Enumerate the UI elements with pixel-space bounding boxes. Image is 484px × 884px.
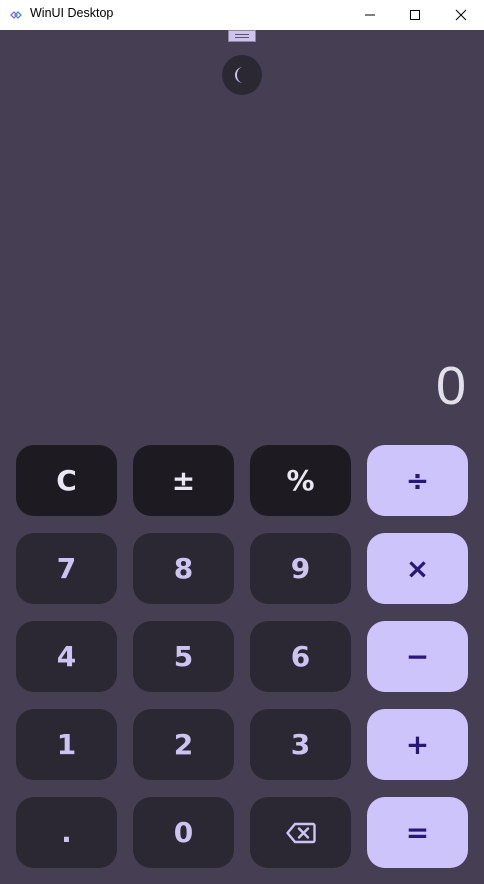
equals-button[interactable]: = [367,797,468,868]
digit-1-button[interactable]: 1 [16,709,117,780]
digit-7-button[interactable]: 7 [16,533,117,604]
calculator-panel: 0 C ± % ÷ 7 8 9 × 4 5 6 − 1 2 3 + . 0 = [0,30,484,884]
percent-button[interactable]: % [250,445,351,516]
window-title: WinUI Desktop [30,6,114,20]
result-display: 0 [435,356,466,416]
digit-5-button[interactable]: 5 [133,621,234,692]
multiply-button[interactable]: × [367,533,468,604]
minimize-button[interactable] [347,0,393,30]
digit-9-button[interactable]: 9 [250,533,351,604]
close-button[interactable] [438,0,484,30]
backspace-icon [285,822,316,843]
close-icon [455,9,467,21]
maximize-button[interactable] [392,0,438,30]
divide-button[interactable]: ÷ [367,445,468,516]
drag-handle[interactable] [228,30,256,42]
app-icon [10,11,22,19]
title-bar[interactable]: WinUI Desktop [0,0,484,30]
digit-3-button[interactable]: 3 [250,709,351,780]
sign-toggle-button[interactable]: ± [133,445,234,516]
theme-toggle-button[interactable] [222,55,262,95]
digit-4-button[interactable]: 4 [16,621,117,692]
moon-icon [235,67,243,83]
digit-2-button[interactable]: 2 [133,709,234,780]
minimize-icon [365,14,375,16]
subtract-button[interactable]: − [367,621,468,692]
decimal-button[interactable]: . [16,797,117,868]
add-button[interactable]: + [367,709,468,780]
digit-8-button[interactable]: 8 [133,533,234,604]
clear-button[interactable]: C [16,445,117,516]
maximize-icon [410,10,420,20]
backspace-button[interactable] [250,797,351,868]
digit-0-button[interactable]: 0 [133,797,234,868]
digit-6-button[interactable]: 6 [250,621,351,692]
